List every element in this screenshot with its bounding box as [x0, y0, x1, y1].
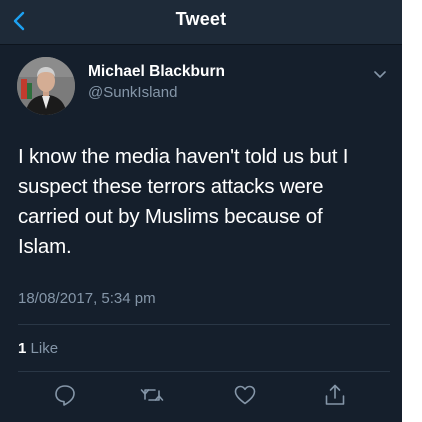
tweet-text-line: I know the media haven't told us but I — [18, 145, 349, 168]
likes-count: 1 — [18, 340, 27, 357]
page-title: Tweet — [175, 9, 227, 29]
retweet-icon — [140, 389, 164, 401]
image-border — [402, 0, 422, 422]
share-button[interactable] — [322, 382, 348, 408]
tweet-text-line: suspect these terrors attacks were — [18, 175, 324, 198]
navigation-bar: Tweet — [0, 0, 402, 45]
tweet-detail-screen: Tweet Michael Blackburn @SunkIsland I kn… — [0, 0, 402, 422]
heart-icon — [234, 385, 256, 405]
avatar[interactable] — [17, 57, 75, 115]
author-handle[interactable]: @SunkIsland — [88, 84, 177, 101]
reply-button[interactable] — [52, 382, 78, 408]
author-name[interactable]: Michael Blackburn — [88, 63, 225, 81]
likes-label: Like — [30, 340, 59, 357]
share-icon — [325, 384, 345, 405]
divider — [18, 324, 390, 325]
tweet-text-line: Islam. — [18, 235, 72, 258]
divider — [18, 371, 390, 372]
tweet-timestamp: 18/08/2017, 5:34 pm — [18, 290, 156, 307]
tweet-text-line: carried out by Muslims because of — [18, 205, 323, 228]
likes-summary[interactable]: 1 Like — [18, 340, 58, 357]
tweet-options-button[interactable] — [370, 68, 390, 82]
reply-icon — [55, 385, 75, 406]
like-button[interactable] — [232, 382, 258, 408]
retweet-button[interactable] — [139, 382, 165, 408]
chevron-down-icon — [374, 71, 386, 78]
tweet-text: I know the media haven't told us but I s… — [18, 142, 398, 262]
profile-photo — [17, 57, 75, 115]
